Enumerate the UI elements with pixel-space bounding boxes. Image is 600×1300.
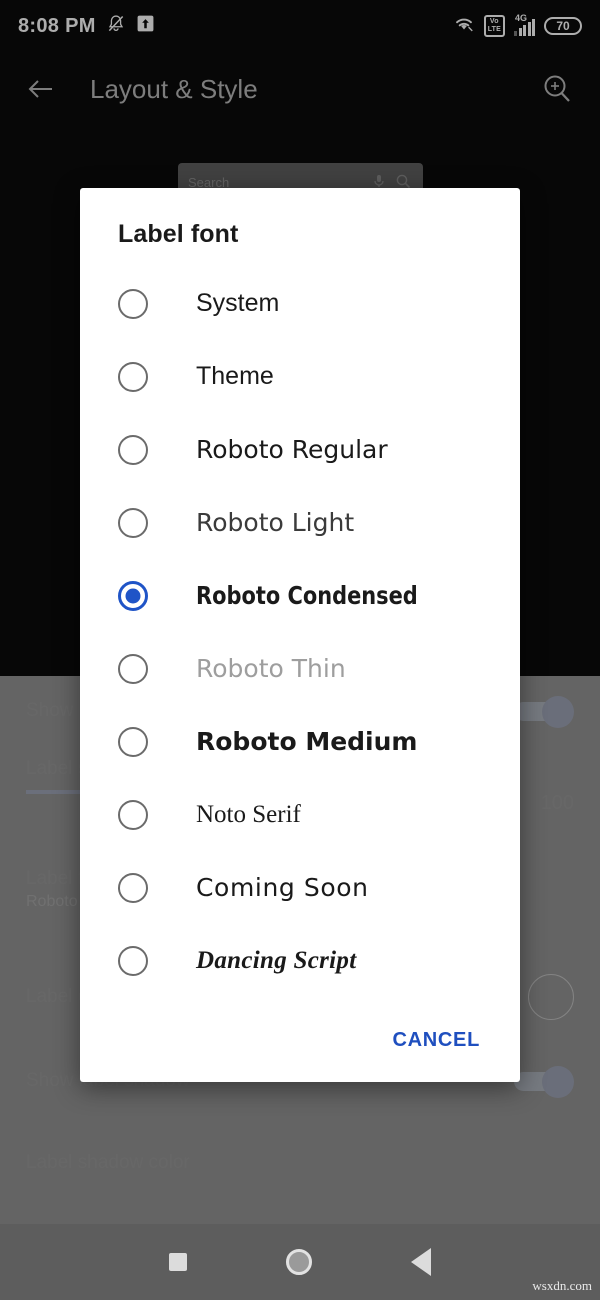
app-bar: Layout & Style	[0, 58, 600, 120]
label-size-value: 100	[540, 792, 574, 814]
navigation-bar	[0, 1224, 600, 1300]
radio-button-icon[interactable]	[118, 726, 148, 757]
radio-button-icon[interactable]	[118, 361, 148, 392]
radio-button-icon[interactable]	[118, 799, 148, 830]
upload-icon	[136, 14, 155, 38]
radio-option-roboto-regular[interactable]: Roboto Regular	[80, 413, 520, 486]
radio-option-label: Roboto Medium	[196, 727, 418, 756]
radio-option-label: Noto Serif	[196, 800, 301, 828]
show-label-shadow-toggle[interactable]	[512, 1066, 574, 1098]
radio-option-label: Coming Soon	[196, 873, 369, 902]
label-font-radio-group: System Theme Roboto Regular Roboto Light Rob…	[80, 263, 520, 997]
radio-option-theme[interactable]: Theme	[80, 340, 520, 413]
radio-option-label: Roboto Thin	[196, 654, 346, 683]
radio-button-icon[interactable]	[118, 580, 148, 611]
battery-level-label: 70	[556, 19, 570, 33]
radio-option-label: Roboto Condensed	[196, 581, 418, 610]
dialog-title: Label font	[118, 220, 239, 248]
radio-option-label: Roboto Regular	[196, 435, 388, 464]
zoom-in-icon[interactable]	[538, 70, 576, 108]
square-recents-icon[interactable]	[169, 1253, 188, 1271]
network-type-label: 4G	[515, 13, 528, 23]
radio-option-noto-serif[interactable]: Noto Serif	[80, 778, 520, 851]
radio-option-roboto-thin[interactable]: Roboto Thin	[80, 632, 520, 705]
radio-option-roboto-medium[interactable]: Roboto Medium	[80, 705, 520, 778]
show-label-toggle[interactable]	[512, 696, 574, 728]
setting-title: Label shadow color	[26, 1152, 190, 1173]
status-bar-left: 8:08 PM	[18, 14, 155, 39]
label-shadow-color-swatch[interactable]	[528, 1140, 574, 1186]
radio-option-coming-soon[interactable]: Coming Soon	[80, 851, 520, 924]
label-color-swatch[interactable]	[528, 974, 574, 1020]
radio-option-label: Roboto Light	[196, 508, 355, 537]
cellular-signal-icon: 4G	[514, 13, 535, 36]
radio-option-label: Dancing Script	[196, 946, 357, 974]
radio-option-roboto-condensed[interactable]: Roboto Condensed	[80, 559, 520, 632]
radio-button-icon[interactable]	[118, 945, 148, 976]
label-font-dialog: Label font System Theme Roboto Regular Robo…	[80, 188, 520, 1082]
setting-texts: Label shadow color	[26, 1152, 528, 1174]
volte-badge: Vo LTE	[483, 15, 505, 37]
app-root: 8:08 PM Vo LTE 4G 70 Layout & Style Sear…	[0, 0, 600, 1300]
status-clock: 8:08 PM	[18, 14, 96, 37]
radio-option-label: Theme	[196, 362, 274, 390]
radio-option-system[interactable]: System	[80, 267, 520, 340]
radio-button-icon[interactable]	[118, 507, 148, 538]
wifi-icon	[453, 14, 475, 38]
radio-option-label: System	[196, 289, 280, 317]
back-arrow-icon[interactable]	[24, 72, 58, 106]
volte-line-1: Vo	[489, 18, 499, 25]
page-title: Layout & Style	[90, 73, 258, 104]
radio-button-icon[interactable]	[118, 434, 148, 465]
volte-line-2: LTE	[487, 26, 501, 33]
toggle-knob	[542, 1066, 574, 1098]
radio-option-roboto-light[interactable]: Roboto Light	[80, 486, 520, 559]
radio-option-dancing-script[interactable]: Dancing Script	[80, 924, 520, 997]
radio-button-icon[interactable]	[118, 872, 148, 903]
circle-home-icon[interactable]	[285, 1249, 312, 1275]
status-bar: 8:08 PM Vo LTE 4G 70	[0, 0, 600, 52]
toggle-knob	[542, 696, 574, 728]
watermark: wsxdn.com	[532, 1278, 592, 1293]
radio-button-icon[interactable]	[118, 653, 148, 684]
battery-indicator: 70	[544, 17, 582, 35]
triangle-back-icon[interactable]	[410, 1248, 431, 1276]
notifications-silenced-icon	[106, 14, 126, 39]
cancel-button[interactable]: CANCEL	[378, 1019, 494, 1062]
dialog-actions: CANCEL	[80, 997, 520, 1082]
setting-row-label-shadow-color[interactable]: Label shadow color	[0, 1134, 600, 1192]
status-bar-right: Vo LTE 4G 70	[453, 13, 582, 38]
radio-button-icon[interactable]	[118, 288, 148, 319]
